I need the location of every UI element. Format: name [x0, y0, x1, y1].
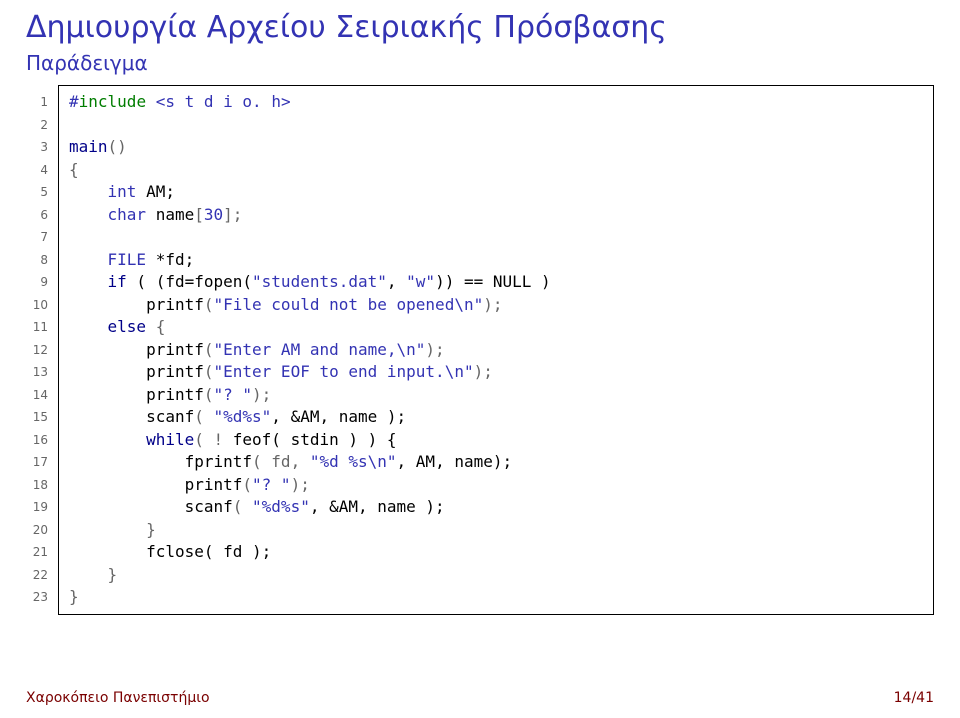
lineno: 11 — [33, 316, 48, 339]
code-line: if ( (fd=fopen("students.dat", "w")) == … — [69, 271, 923, 294]
code-line: else { — [69, 316, 923, 339]
lineno: 22 — [33, 564, 48, 587]
code-line: fprintf( fd, "%d %s\n", AM, name); — [69, 451, 923, 474]
code-line: } — [69, 519, 923, 542]
lineno: 18 — [33, 474, 48, 497]
lineno: 6 — [40, 204, 48, 227]
code-line: } — [69, 586, 923, 609]
code-line: printf("Enter AM and name,\n"); — [69, 339, 923, 362]
lineno: 7 — [40, 226, 48, 249]
lineno: 20 — [33, 519, 48, 542]
code-line: scanf( "%d%s", &AM, name ); — [69, 496, 923, 519]
code-line: printf("Enter EOF to end input.\n"); — [69, 361, 923, 384]
lineno: 13 — [33, 361, 48, 384]
lineno: 12 — [33, 339, 48, 362]
lineno: 23 — [33, 586, 48, 609]
code-line: int AM; — [69, 181, 923, 204]
lineno: 17 — [33, 451, 48, 474]
lineno: 8 — [40, 249, 48, 272]
lineno: 15 — [33, 406, 48, 429]
code-line: { — [69, 159, 923, 182]
lineno: 19 — [33, 496, 48, 519]
lineno: 16 — [33, 429, 48, 452]
code-line: printf("File could not be opened\n"); — [69, 294, 923, 317]
code-area: 1 2 3 4 5 6 7 8 9 10 11 12 13 14 15 16 1… — [26, 85, 934, 615]
code-line: while( ! feof( stdin ) ) { — [69, 429, 923, 452]
code-line: } — [69, 564, 923, 587]
code-line: FILE *fd; — [69, 249, 923, 272]
lineno: 2 — [40, 114, 48, 137]
code-box: #include <s t d i o. h> main(){ int AM; … — [58, 85, 934, 615]
lineno: 3 — [40, 136, 48, 159]
code-line: scanf( "%d%s", &AM, name ); — [69, 406, 923, 429]
footer-page: 14/41 — [894, 690, 934, 706]
slide-subtitle: Παράδειγμα — [26, 51, 934, 75]
lineno: 5 — [40, 181, 48, 204]
code-line: #include <s t d i o. h> — [69, 91, 923, 114]
lineno: 21 — [33, 541, 48, 564]
code-line: printf("? "); — [69, 474, 923, 497]
lineno: 1 — [40, 91, 48, 114]
line-numbers: 1 2 3 4 5 6 7 8 9 10 11 12 13 14 15 16 1… — [26, 85, 48, 615]
code-line: main() — [69, 136, 923, 159]
code-line — [69, 226, 923, 249]
footer: Χαροκόπειο Πανεπιστήμιο 14/41 — [26, 690, 934, 706]
code-line: fclose( fd ); — [69, 541, 923, 564]
lineno: 10 — [33, 294, 48, 317]
lineno: 9 — [40, 271, 48, 294]
slide-title: Δημιουργία Αρχείου Σειριακής Πρόσβασης — [26, 10, 934, 45]
code-line: printf("? "); — [69, 384, 923, 407]
lineno: 4 — [40, 159, 48, 182]
code-line — [69, 114, 923, 137]
lineno: 14 — [33, 384, 48, 407]
footer-left: Χαροκόπειο Πανεπιστήμιο — [26, 690, 210, 706]
code-line: char name[30]; — [69, 204, 923, 227]
